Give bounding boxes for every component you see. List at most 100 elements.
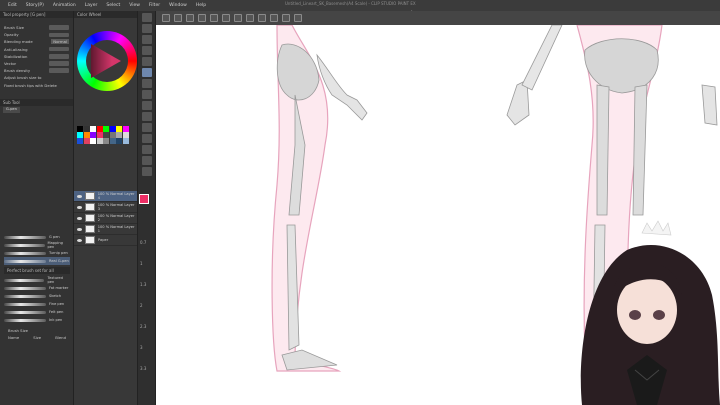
eye-icon[interactable] xyxy=(77,238,82,242)
menu-help[interactable]: Help xyxy=(196,3,206,8)
menu-window[interactable]: Window xyxy=(169,3,187,8)
drawing-canvas[interactable] xyxy=(157,25,720,405)
brush-item[interactable]: Ink pen xyxy=(4,316,70,324)
invert-selection-icon[interactable] xyxy=(258,14,266,22)
eraser-tool-icon[interactable] xyxy=(141,112,152,121)
anti-aliasing-control[interactable] xyxy=(49,46,69,52)
brush-item[interactable]: Sketch xyxy=(4,292,70,300)
brush-item[interactable]: Felt pen xyxy=(4,308,70,316)
palette-swatch[interactable] xyxy=(122,132,129,138)
layer-row[interactable]: 100 % Normal Layer 1 xyxy=(74,224,137,235)
palette-swatch[interactable] xyxy=(77,126,83,132)
palette-swatch[interactable] xyxy=(122,126,129,132)
palette-swatch[interactable] xyxy=(109,132,116,138)
palette-swatch[interactable] xyxy=(109,126,116,132)
main-color-swatch[interactable] xyxy=(139,194,149,204)
palette-swatch[interactable] xyxy=(90,138,96,144)
snap-grid-icon[interactable] xyxy=(282,14,290,22)
palette-swatch[interactable] xyxy=(109,138,116,144)
brush-size-row[interactable]: Brush Size xyxy=(0,24,73,31)
open-icon[interactable] xyxy=(174,14,182,22)
deselect-icon[interactable] xyxy=(246,14,254,22)
palette-swatch[interactable] xyxy=(77,138,83,144)
palette-swatch[interactable] xyxy=(83,126,90,132)
brush-item[interactable]: G pen xyxy=(4,233,70,241)
palette-swatch[interactable] xyxy=(116,132,122,138)
menu-filter[interactable]: Filter xyxy=(149,3,160,8)
ruler-tick[interactable]: 1.3 xyxy=(140,282,150,303)
ruler-tick[interactable]: 2 xyxy=(140,303,150,324)
menu-layer[interactable]: Layer xyxy=(85,3,98,8)
brush-item[interactable]: Turnip pen xyxy=(4,249,70,257)
palette-swatch[interactable] xyxy=(90,126,96,132)
undo-icon[interactable] xyxy=(198,14,206,22)
adjust-brush-checkbox-label[interactable]: Adjust brush size to xyxy=(4,75,41,80)
vector-row[interactable]: Vector xyxy=(0,60,73,67)
redo-icon[interactable] xyxy=(210,14,218,22)
blending-mode-select[interactable]: Normal xyxy=(51,39,69,45)
ruler-tick[interactable]: 2.3 xyxy=(140,324,150,345)
lasso-tool-icon[interactable] xyxy=(141,46,152,55)
palette-swatch[interactable] xyxy=(122,138,129,144)
balloon-tool-icon[interactable] xyxy=(141,167,152,176)
menu-animation[interactable]: Animation xyxy=(53,3,76,8)
brush-item[interactable]: Fat marker xyxy=(4,284,70,292)
brush-item[interactable]: Textured pen xyxy=(4,276,70,284)
brush-density-row[interactable]: Brush density xyxy=(0,67,73,74)
palette-swatch[interactable] xyxy=(96,132,103,138)
palette-swatch[interactable] xyxy=(116,126,122,132)
palette-swatch[interactable] xyxy=(96,126,103,132)
palette-swatch[interactable] xyxy=(103,138,109,144)
figure-tool-icon[interactable] xyxy=(141,145,152,154)
palette-swatch[interactable] xyxy=(77,132,83,138)
pen-tool-icon[interactable] xyxy=(141,68,152,77)
gradient-tool-icon[interactable] xyxy=(141,134,152,143)
layer-row[interactable]: 100 % Normal Layer 3 xyxy=(74,202,137,213)
layer-row[interactable]: Paper xyxy=(74,235,137,246)
transform-icon[interactable] xyxy=(234,14,242,22)
ruler-tick[interactable]: 1 xyxy=(140,261,150,282)
palette-swatch[interactable] xyxy=(83,138,90,144)
select-tool-icon[interactable] xyxy=(141,35,152,44)
brush-item[interactable]: Mapping pen xyxy=(4,241,70,249)
settings-icon[interactable] xyxy=(294,14,302,22)
new-icon[interactable] xyxy=(162,14,170,22)
vector-control[interactable] xyxy=(49,61,69,66)
save-icon[interactable] xyxy=(186,14,194,22)
brush-tool-icon[interactable] xyxy=(141,90,152,99)
opacity-row[interactable]: Opacity xyxy=(0,31,73,38)
blending-mode-row[interactable]: Blending mode Normal xyxy=(0,38,73,45)
clear-icon[interactable] xyxy=(222,14,230,22)
menu-edit[interactable]: Edit xyxy=(8,3,17,8)
snap-ruler-icon[interactable] xyxy=(270,14,278,22)
airbrush-tool-icon[interactable] xyxy=(141,101,152,110)
brush-item[interactable]: Fine pen xyxy=(4,300,70,308)
fill-tool-icon[interactable] xyxy=(141,123,152,132)
menu-view[interactable]: View xyxy=(129,3,140,8)
eye-icon[interactable] xyxy=(77,227,82,231)
menu-story[interactable]: Story(P) xyxy=(26,3,44,8)
stabilization-slider[interactable] xyxy=(49,54,69,59)
fixed-tips-checkbox-label[interactable]: Fixed brush tips with Delete xyxy=(4,83,57,88)
brush-density-slider[interactable] xyxy=(49,68,69,73)
zoom-tool-icon[interactable] xyxy=(141,13,152,22)
eyedropper-tool-icon[interactable] xyxy=(141,57,152,66)
ruler-tick[interactable]: 0.7 xyxy=(140,240,150,261)
opacity-slider[interactable] xyxy=(49,32,69,38)
brush-item-selected[interactable]: Real G-pen xyxy=(4,257,70,265)
palette-swatch[interactable] xyxy=(83,132,90,138)
color-wheel[interactable] xyxy=(77,31,137,91)
pencil-tool-icon[interactable] xyxy=(141,79,152,88)
palette-swatch[interactable] xyxy=(90,132,96,138)
sub-tool-tab[interactable]: G-pen xyxy=(3,106,20,113)
palette-swatch[interactable] xyxy=(116,138,122,144)
text-tool-icon[interactable] xyxy=(141,156,152,165)
eye-icon[interactable] xyxy=(77,194,82,198)
fixed-tips-row[interactable]: Fixed brush tips with Delete xyxy=(0,82,73,89)
ruler-tick[interactable]: 3.3 xyxy=(140,366,150,387)
brush-size-slider[interactable] xyxy=(49,25,69,30)
palette-swatch[interactable] xyxy=(103,126,109,132)
layer-row-selected[interactable]: 100 % Normal Layer 4 xyxy=(74,191,137,202)
eye-icon[interactable] xyxy=(77,216,82,220)
move-tool-icon[interactable] xyxy=(141,24,152,33)
